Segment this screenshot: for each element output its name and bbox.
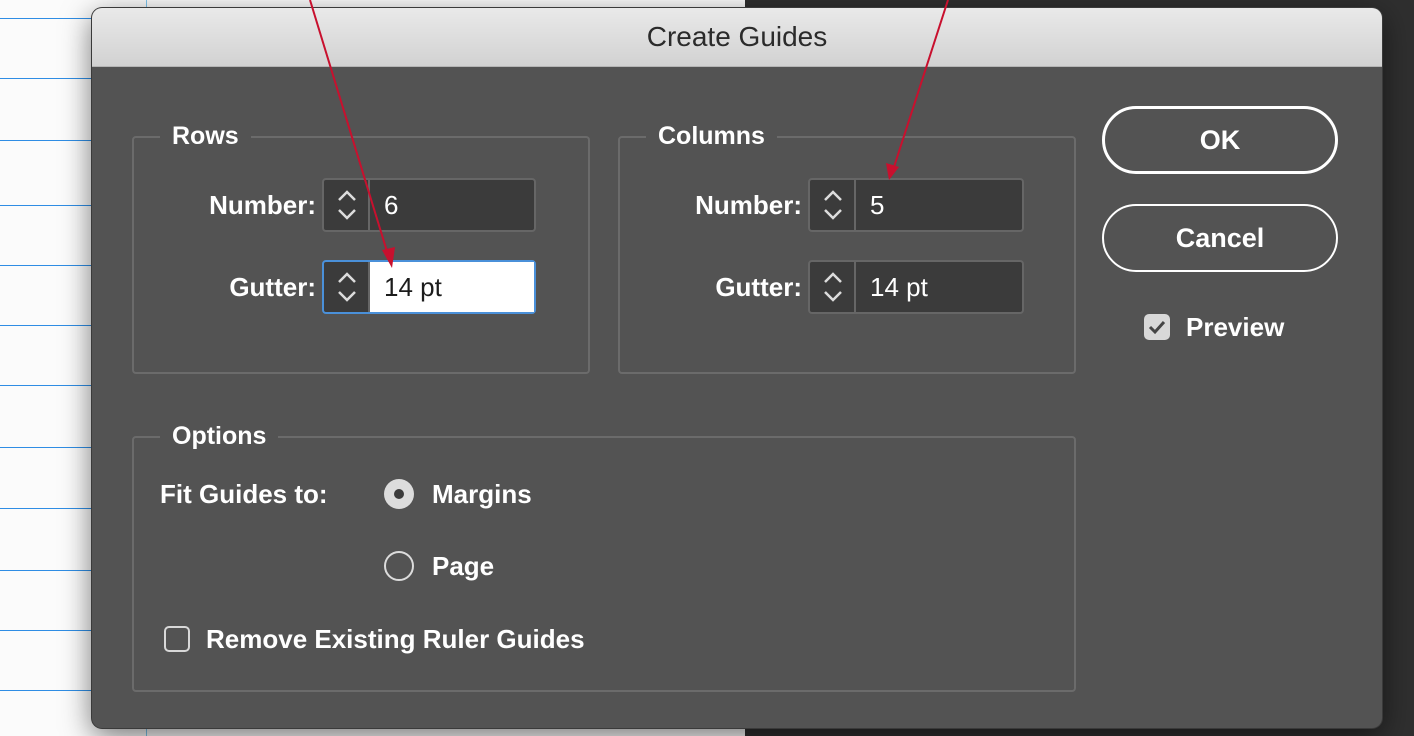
columns-group-label: Columns bbox=[646, 116, 777, 156]
stepper-arrows-icon bbox=[338, 272, 356, 302]
columns-gutter-value[interactable]: 14 pt bbox=[870, 262, 928, 312]
rows-gutter-field[interactable]: 14 pt bbox=[322, 260, 536, 314]
preview-checkbox[interactable] bbox=[1144, 314, 1170, 340]
horizontal-guide bbox=[0, 385, 100, 386]
horizontal-guide bbox=[0, 508, 100, 509]
columns-gutter-stepper[interactable] bbox=[810, 262, 856, 312]
remove-guides-label[interactable]: Remove Existing Ruler Guides bbox=[206, 619, 585, 659]
rows-number-value[interactable]: 6 bbox=[384, 180, 398, 230]
stepper-arrows-icon bbox=[338, 190, 356, 220]
rows-number-stepper[interactable] bbox=[324, 180, 370, 230]
rows-gutter-input-area[interactable]: 14 pt bbox=[370, 262, 534, 312]
rows-number-label: Number: bbox=[209, 190, 316, 220]
fit-guides-label: Fit Guides to: bbox=[160, 479, 328, 509]
create-guides-dialog: Create Guides Rows Number: 6 Gutter: 14 … bbox=[92, 8, 1382, 728]
options-group: Options Fit Guides to: Margins Page Remo… bbox=[132, 416, 1076, 692]
columns-number-value[interactable]: 5 bbox=[870, 180, 884, 230]
preview-label[interactable]: Preview bbox=[1186, 307, 1284, 347]
horizontal-guide bbox=[0, 18, 100, 19]
horizontal-guide bbox=[0, 690, 100, 691]
margins-radio-label[interactable]: Margins bbox=[432, 474, 532, 514]
rows-number-field[interactable]: 6 bbox=[322, 178, 536, 232]
checkmark-icon bbox=[1148, 320, 1166, 335]
ok-button[interactable]: OK bbox=[1102, 106, 1338, 174]
rows-gutter-value[interactable]: 14 pt bbox=[384, 262, 442, 312]
page-radio-label[interactable]: Page bbox=[432, 546, 494, 586]
horizontal-guide bbox=[0, 78, 100, 79]
horizontal-guide bbox=[0, 447, 100, 448]
horizontal-guide bbox=[0, 265, 100, 266]
rows-group: Rows Number: 6 Gutter: 14 pt bbox=[132, 116, 590, 374]
stepper-arrows-icon bbox=[824, 190, 842, 220]
page-radio[interactable] bbox=[384, 551, 414, 581]
columns-gutter-field[interactable]: 14 pt bbox=[808, 260, 1024, 314]
rows-group-label: Rows bbox=[160, 116, 251, 156]
dialog-titlebar[interactable]: Create Guides bbox=[92, 8, 1382, 67]
cancel-button[interactable]: Cancel bbox=[1102, 204, 1338, 272]
columns-gutter-label: Gutter: bbox=[715, 272, 802, 302]
columns-number-stepper[interactable] bbox=[810, 180, 856, 230]
stepper-arrows-icon bbox=[824, 272, 842, 302]
columns-number-label: Number: bbox=[695, 190, 802, 220]
rows-gutter-label: Gutter: bbox=[229, 272, 316, 302]
columns-group: Columns Number: 5 Gutter: 14 pt bbox=[618, 116, 1076, 374]
horizontal-guide bbox=[0, 325, 100, 326]
margins-radio[interactable] bbox=[384, 479, 414, 509]
dialog-title: Create Guides bbox=[646, 21, 828, 52]
remove-guides-checkbox[interactable] bbox=[164, 626, 190, 652]
rows-gutter-stepper[interactable] bbox=[324, 262, 370, 312]
horizontal-guide bbox=[0, 570, 100, 571]
horizontal-guide bbox=[0, 630, 100, 631]
columns-number-field[interactable]: 5 bbox=[808, 178, 1024, 232]
horizontal-guide bbox=[0, 205, 100, 206]
options-group-label: Options bbox=[160, 416, 279, 456]
horizontal-guide bbox=[0, 140, 100, 141]
